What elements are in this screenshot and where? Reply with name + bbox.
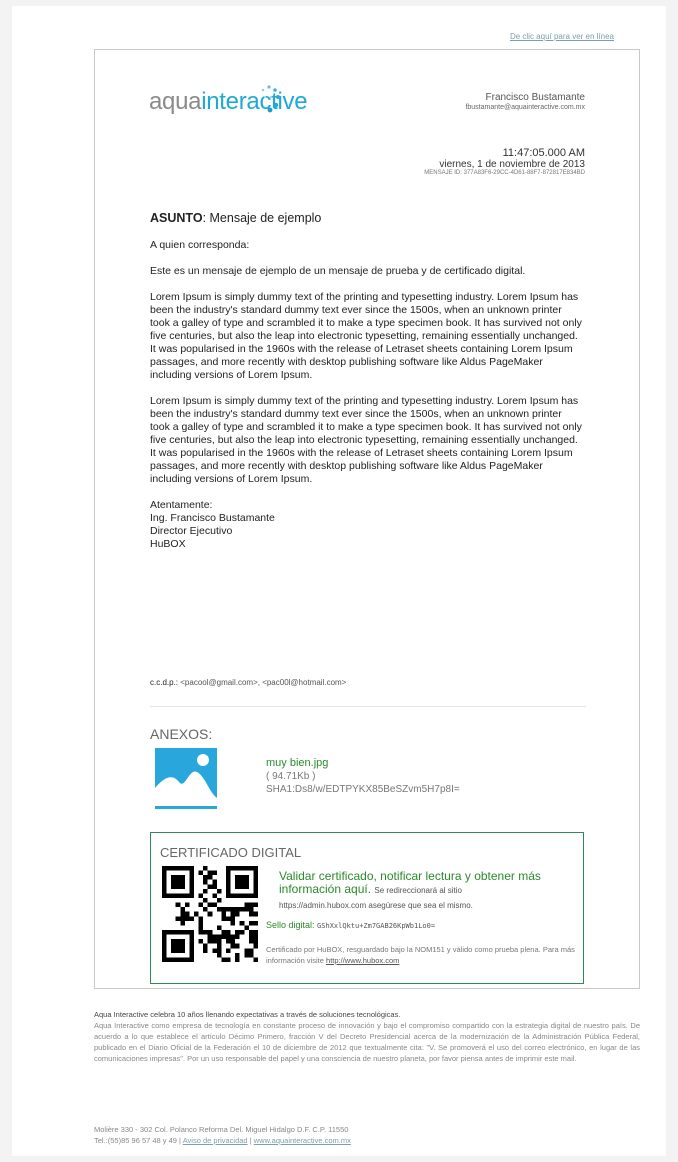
sender-block: Francisco Bustamante fbustamante@aquaint… — [465, 92, 585, 111]
attachment-size: ( 94.71Kb ) — [266, 771, 316, 782]
divider — [150, 706, 586, 707]
phone-text: Tel.:(55)85 96 57 48 y 49 | — [94, 1136, 182, 1145]
subject-label: ASUNTO — [150, 211, 203, 225]
website-link[interactable]: www.aquainteractive.com.mx — [254, 1136, 351, 1145]
footer-body: Aqua Interactive como empresa de tecnolo… — [94, 1021, 640, 1063]
logo-dots-icon — [261, 85, 280, 113]
signature-closing: Atentamente: — [150, 499, 213, 511]
signature-role: Director Ejecutivo — [150, 525, 233, 537]
qr-code-icon[interactable] — [162, 866, 258, 962]
signature-company: HuBOX — [150, 538, 186, 550]
seal-code: GShXxlQktu+Zm7GAB26KpWb1Lo0= — [317, 922, 436, 930]
cta-url-line: https://admin.hubox.com asegúrese que se… — [279, 901, 473, 910]
email-card: aquainteractive Francisco Bustamante fbu… — [94, 49, 640, 989]
footer-disclaimer: Aqua Interactive celebra 10 años llenand… — [94, 1009, 640, 1064]
digital-certificate-box: CERTIFICADO DIGITAL Validar certificado,… — [150, 832, 584, 984]
lorem-paragraph-1: Lorem Ipsum is simply dummy text of the … — [150, 291, 582, 381]
contact-line: Tel.:(55)85 96 57 48 y 49 | Aviso de pri… — [94, 1135, 351, 1146]
aquainteractive-logo: aquainteractive — [149, 88, 308, 116]
signature: Atentamente: Ing. Francisco Bustamante D… — [150, 499, 582, 551]
intro-paragraph: Este es un mensaje de ejemplo de un mens… — [150, 265, 526, 277]
greeting: A quien corresponda: — [150, 239, 250, 251]
message-meta: 11:47:05.000 AM viernes, 1 de noviembre … — [424, 147, 585, 176]
validate-certificate-link[interactable]: Validar certificado, notificar lectura y… — [279, 870, 575, 912]
image-file-icon[interactable] — [155, 748, 217, 810]
hubox-link[interactable]: http://www.hubox.com — [326, 956, 399, 965]
attachments-title: ANEXOS: — [150, 726, 213, 742]
digital-seal: Sello digital: GShXxlQktu+Zm7GAB26KpWb1L… — [266, 920, 435, 930]
subject-text: : Mensaje de ejemplo — [202, 211, 322, 225]
attachment-sha: SHA1:Ds8/w/EDTPYKX85BeSZvm5H7p8I= — [266, 784, 460, 795]
message-body: ASUNTO: Mensaje de ejemplo A quien corre… — [150, 212, 582, 551]
attachment-item[interactable]: muy bien.jpg ( 94.71Kb ) SHA1:Ds8/w/EDTP… — [266, 757, 460, 796]
ccdp-line: c.c.d.p.: <pacool@gmail.com>, <pac00l@ho… — [150, 678, 346, 687]
ccdp-label: c.c.d.p.: — [150, 678, 179, 687]
message-subject: ASUNTO: Mensaje de ejemplo — [150, 212, 582, 225]
logo-interactive: interactive — [201, 88, 308, 115]
separator: | — [249, 1136, 252, 1145]
sender-email: fbustamante@aquainteractive.com.mx — [465, 104, 585, 111]
privacy-link[interactable]: Aviso de privacidad — [183, 1136, 248, 1145]
message-id: MENSAJE ID: 377A83F6-29CC-4D61-88F7-8728… — [424, 170, 585, 176]
logo-aqua: aqua — [149, 88, 202, 115]
cta-small-text: Se redireccionará al sitio — [374, 886, 463, 895]
message-date: viernes, 1 de noviembre de 2013 — [439, 159, 585, 170]
footer-address: Molière 330 - 302 Col. Polanco Reforma D… — [94, 1124, 351, 1146]
lorem-paragraph-2: Lorem Ipsum is simply dummy text of the … — [150, 395, 582, 485]
footer-lead: Aqua Interactive celebra 10 años llenand… — [94, 1010, 401, 1019]
note-text: Certificado por HuBOX, resguardado bajo … — [266, 945, 575, 965]
message-time: 11:47:05.000 AM — [502, 147, 585, 159]
certificate-note: Certificado por HuBOX, resguardado bajo … — [266, 944, 576, 966]
email-page: De clic aquí para ver en línea aquainter… — [12, 6, 666, 1156]
view-online-link[interactable]: De clic aquí para ver en línea — [510, 32, 614, 41]
signature-name: Ing. Francisco Bustamante — [150, 512, 275, 524]
address-line: Molière 330 - 302 Col. Polanco Reforma D… — [94, 1125, 349, 1134]
sender-name: Francisco Bustamante — [485, 92, 586, 103]
attachment-name[interactable]: muy bien.jpg — [266, 757, 460, 770]
seal-label: Sello digital: — [266, 920, 315, 930]
certificate-title: CERTIFICADO DIGITAL — [160, 845, 302, 860]
ccdp-emails: <pacool@gmail.com>, <pac00l@hotmail.com> — [180, 678, 347, 687]
